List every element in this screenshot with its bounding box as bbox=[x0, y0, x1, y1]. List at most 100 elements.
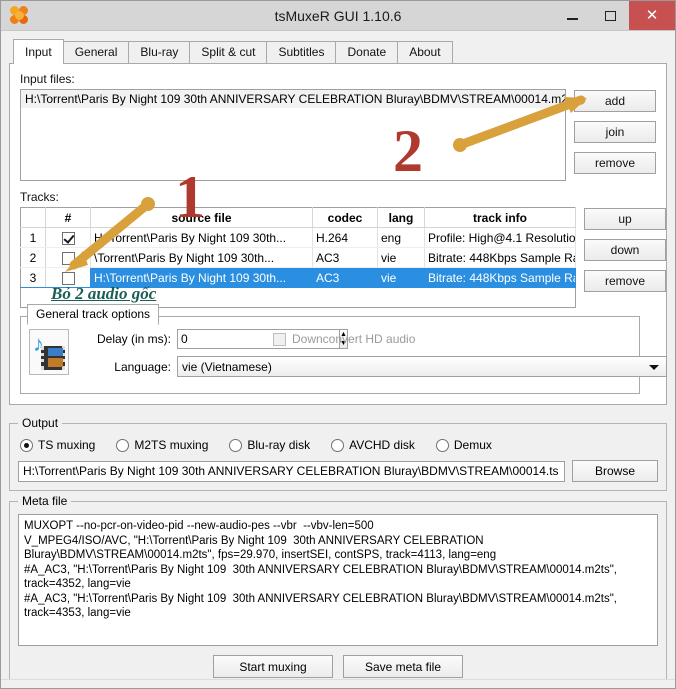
checkbox-icon[interactable] bbox=[61, 231, 75, 245]
output-group-title: Output bbox=[18, 416, 63, 430]
remove-input-button[interactable]: remove bbox=[574, 152, 656, 174]
general-track-options-tab[interactable]: General track options bbox=[27, 304, 160, 325]
row-track-info: Bitrate: 448Kbps Sample Rate: 48KHz... bbox=[424, 247, 576, 268]
row-source-file: H:\Torrent\Paris By Night 109 30th... bbox=[90, 267, 313, 288]
radio-label: M2TS muxing bbox=[134, 438, 209, 452]
action-buttons: Start muxing Save meta file bbox=[18, 655, 658, 678]
row-lang: vie bbox=[377, 267, 425, 288]
maximize-icon[interactable] bbox=[591, 1, 629, 30]
tab-bar: Input General Blu-ray Split & cut Subtit… bbox=[9, 38, 667, 64]
row-lang: eng bbox=[377, 227, 425, 248]
row-index: 2 bbox=[20, 247, 46, 268]
row-source-file: H:\Torrent\Paris By Night 109 30th... bbox=[90, 227, 313, 248]
input-files-list[interactable]: H:\Torrent\Paris By Night 109 30th ANNIV… bbox=[20, 89, 566, 181]
row-codec: AC3 bbox=[312, 267, 378, 288]
row-checkbox[interactable] bbox=[45, 247, 91, 268]
tracks-label: Tracks: bbox=[20, 190, 59, 204]
output-group: Output TS muxing M2TS muxing Blu-ray dis… bbox=[9, 416, 667, 491]
input-files-row: H:\Torrent\Paris By Night 109 30th ANNIV… bbox=[20, 89, 656, 181]
add-button[interactable]: add bbox=[574, 90, 656, 112]
row-track-info: Profile: High@4.1 Resolution: 1920:... bbox=[424, 227, 576, 248]
delay-row: Delay (in ms): ▲▼ Downconvert HD audio bbox=[79, 329, 667, 349]
column-header-index bbox=[20, 207, 46, 228]
radio-icon[interactable] bbox=[20, 438, 33, 452]
row-checkbox[interactable] bbox=[45, 227, 91, 248]
meta-file-textarea[interactable]: MUXOPT --no-pcr-on-video-pid --new-audio… bbox=[18, 514, 658, 646]
column-header-track-info: track info bbox=[424, 207, 576, 228]
row-checkbox[interactable] bbox=[45, 267, 91, 288]
tracks-table[interactable]: # source file codec lang track info 1 H:… bbox=[20, 207, 576, 288]
save-meta-file-button[interactable]: Save meta file bbox=[343, 655, 463, 678]
client-area: Input General Blu-ray Split & cut Subtit… bbox=[1, 31, 675, 413]
window-controls: ✕ bbox=[553, 1, 675, 30]
delay-label: Delay (in ms): bbox=[96, 332, 171, 346]
language-label: Language: bbox=[114, 359, 171, 374]
row-codec: H.264 bbox=[312, 227, 378, 248]
tracks-row: # source file codec lang track info 1 H:… bbox=[20, 207, 666, 308]
language-row: Language: vie (Vietnamese) bbox=[79, 356, 667, 377]
radio-m2ts-muxing[interactable]: M2TS muxing bbox=[116, 438, 208, 452]
language-select[interactable]: vie (Vietnamese) bbox=[177, 356, 667, 377]
row-lang: vie bbox=[377, 247, 425, 268]
join-button[interactable]: join bbox=[574, 121, 656, 143]
input-tab-panel: Input files: H:\Torrent\Paris By Night 1… bbox=[9, 64, 667, 405]
radio-demux[interactable]: Demux bbox=[435, 438, 492, 452]
row-codec: AC3 bbox=[312, 247, 378, 268]
tab-bluray[interactable]: Blu-ray bbox=[128, 41, 191, 63]
input-files-label: Input files: bbox=[20, 72, 75, 86]
tab-input[interactable]: Input bbox=[13, 39, 64, 64]
column-header-checkbox: # bbox=[45, 207, 91, 228]
checkbox-icon[interactable] bbox=[61, 251, 75, 265]
move-up-button[interactable]: up bbox=[584, 208, 666, 230]
tab-subtitles[interactable]: Subtitles bbox=[266, 41, 337, 63]
row-index: 1 bbox=[20, 227, 46, 248]
table-row[interactable]: 1 H:\Torrent\Paris By Night 109 30th... … bbox=[20, 227, 576, 248]
title-bar: tsMuxeR GUI 1.10.6 ✕ bbox=[1, 1, 675, 31]
tab-split-cut[interactable]: Split & cut bbox=[189, 41, 268, 63]
downconvert-checkbox[interactable] bbox=[273, 332, 286, 346]
minimize-icon[interactable] bbox=[553, 1, 591, 30]
column-header-codec: codec bbox=[312, 207, 378, 228]
meta-file-group-title: Meta file bbox=[18, 494, 72, 508]
table-row[interactable]: 2 \Torrent\Paris By Night 109 30th... AC… bbox=[20, 247, 576, 268]
tracks-section: Tracks: # source file codec lang track i… bbox=[20, 190, 666, 308]
row-index: 3 bbox=[20, 267, 46, 288]
radio-bluray-disk[interactable]: Blu-ray disk bbox=[229, 438, 310, 452]
column-header-lang: lang bbox=[377, 207, 425, 228]
tab-about[interactable]: About bbox=[397, 41, 453, 63]
row-source-file: \Torrent\Paris By Night 109 30th... bbox=[90, 247, 313, 268]
general-track-options-group: General track options ♪ Delay (in ms): ▲… bbox=[20, 304, 667, 394]
radio-icon[interactable] bbox=[435, 438, 449, 452]
radio-label: AVCHD disk bbox=[349, 438, 415, 452]
delay-stepper[interactable]: ▲▼ bbox=[177, 329, 348, 349]
checkbox-icon[interactable] bbox=[61, 271, 75, 285]
tab-general[interactable]: General bbox=[62, 41, 130, 63]
tracks-buttons: up down remove bbox=[584, 207, 666, 292]
downconvert-label: Downconvert HD audio bbox=[292, 332, 416, 346]
radio-label: TS muxing bbox=[38, 438, 96, 452]
tab-donate[interactable]: Donate bbox=[335, 41, 399, 63]
meta-file-group: Meta file MUXOPT --no-pcr-on-video-pid -… bbox=[9, 494, 667, 687]
radio-avchd-disk[interactable]: AVCHD disk bbox=[331, 438, 415, 452]
radio-icon[interactable] bbox=[331, 438, 345, 452]
move-down-button[interactable]: down bbox=[584, 239, 666, 261]
status-bar bbox=[1, 679, 675, 688]
chevron-down-icon[interactable] bbox=[649, 364, 659, 370]
list-item[interactable]: H:\Torrent\Paris By Night 109 30th ANNIV… bbox=[21, 90, 565, 108]
radio-icon[interactable] bbox=[229, 438, 243, 452]
radio-icon[interactable] bbox=[116, 438, 130, 452]
tsmuxer-window: tsMuxeR GUI 1.10.6 ✕ Input General Blu-r… bbox=[0, 0, 676, 689]
remove-track-button[interactable]: remove bbox=[584, 270, 666, 292]
radio-label: Blu-ray disk bbox=[247, 438, 311, 452]
close-icon[interactable]: ✕ bbox=[629, 1, 675, 30]
start-muxing-button[interactable]: Start muxing bbox=[213, 655, 333, 678]
browse-button[interactable]: Browse bbox=[572, 460, 658, 482]
radio-label: Demux bbox=[453, 438, 492, 452]
table-row[interactable]: 3 H:\Torrent\Paris By Night 109 30th... … bbox=[20, 267, 576, 288]
output-path-row: H:\Torrent\Paris By Night 109 30th ANNIV… bbox=[18, 460, 658, 482]
input-files-buttons: add join remove bbox=[574, 89, 656, 174]
output-mode-radios: TS muxing M2TS muxing Blu-ray disk AVCHD… bbox=[20, 438, 658, 452]
output-path-input[interactable]: H:\Torrent\Paris By Night 109 30th ANNIV… bbox=[18, 460, 565, 482]
media-file-icon: ♪ bbox=[29, 329, 69, 375]
radio-ts-muxing[interactable]: TS muxing bbox=[20, 438, 95, 452]
